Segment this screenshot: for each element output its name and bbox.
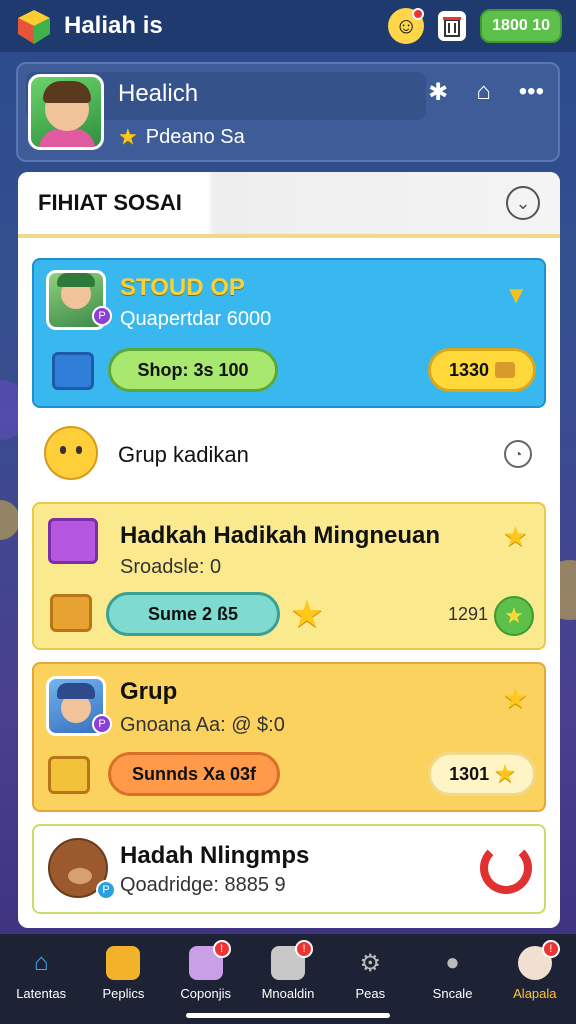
trash-icon[interactable] <box>438 11 467 41</box>
home-indicator[interactable] <box>186 1013 390 1018</box>
value-pill[interactable]: 1330 <box>428 348 536 392</box>
card-title: Grup kadikan <box>118 442 249 467</box>
star-icon: ★ <box>118 124 138 149</box>
panel-title: FIHIAT SOSAI <box>38 190 182 215</box>
nav-label: Alapala <box>513 986 557 1001</box>
nav-item-sncale[interactable]: ● Sncale <box>417 946 489 1001</box>
nav-label: Peas <box>355 986 386 1001</box>
value-pill[interactable]: 1301 ★ <box>428 752 536 796</box>
nav-label: Sncale <box>432 986 473 1001</box>
bottom-nav: ⌂ Latentas Peplics ! Coponjis ! Mnoaldin… <box>0 934 576 1024</box>
gift-box-icon <box>52 352 94 390</box>
chest-icon <box>48 756 90 794</box>
value-text: 1291 <box>447 604 488 624</box>
star-coin-icon[interactable]: ★ <box>494 596 534 636</box>
nav-item-peplics[interactable]: Peplics <box>87 946 159 1001</box>
list-item[interactable]: P STOUD OP Quapertdar 6000 ▼ Shop: 3s 10… <box>32 258 546 408</box>
card-title: Hadah Nlingmps <box>120 842 310 869</box>
notification-badge: ! <box>212 940 231 958</box>
chevron-icon[interactable]: ▼ <box>504 282 528 310</box>
card-title: STOUD OP <box>120 274 245 301</box>
house-icon[interactable]: ⌂ <box>476 78 491 107</box>
nav-label: Coponjis <box>180 986 231 1001</box>
shop-button[interactable]: Shop: 3s 100 <box>108 348 278 392</box>
star-icon[interactable]: ★ <box>503 682 528 715</box>
puzzle-icon[interactable]: ✱ <box>428 78 448 107</box>
clock-icon[interactable]: ◔ <box>504 440 532 468</box>
card-title: Hadkah Hadikah Mingneuan <box>120 522 441 549</box>
chevron-down-icon[interactable]: ⌄ <box>506 186 540 220</box>
star-icon: ★ <box>290 594 325 636</box>
badge-icon: P <box>96 880 116 900</box>
more-icon[interactable]: ••• <box>519 78 544 107</box>
list-item[interactable]: P Grup Gnoana Aa: @ $:0 ★ Sunnds Xa 03f … <box>32 662 546 812</box>
avatar[interactable] <box>28 74 104 150</box>
person-icon: ● <box>445 949 460 976</box>
notification-badge: ! <box>541 940 560 958</box>
card-subtitle: Quapertdar 6000 <box>120 308 272 330</box>
badge-icon: P <box>92 714 112 734</box>
profile-subtitle: ★ Pdeano Sa <box>118 124 245 150</box>
action-button[interactable]: Sume 2 ß5 <box>106 592 280 636</box>
list-item[interactable]: P Hadah Nlingmps Qoadridge: 8885 9 <box>32 824 546 914</box>
nav-label: Peplics <box>102 986 145 1001</box>
nav-item-mnoaldin[interactable]: ! Mnoaldin <box>252 940 324 1001</box>
value-text: 1301 <box>449 763 490 784</box>
card-subtitle: Sroadsle: 0 <box>120 556 222 578</box>
profile-actions: ✱ ⌂ ••• <box>428 78 544 107</box>
action-button[interactable]: Sunnds Xa 03f <box>108 752 280 796</box>
card-subtitle: Gnoana Aa: @ $:0 <box>120 714 285 736</box>
refresh-icon[interactable] <box>480 842 532 894</box>
notification-badge: ! <box>294 940 313 958</box>
list-item[interactable]: Grup kadikan ◔ <box>32 418 546 490</box>
card-subtitle: Qoadridge: 8885 9 <box>120 874 286 896</box>
cat-icon <box>44 426 98 480</box>
panel-header: FIHIAT SOSAI ⌄ <box>18 172 560 238</box>
emoji-notification-icon[interactable]: ☺ <box>388 8 425 44</box>
profile-name: Healich <box>118 80 199 107</box>
list-item[interactable]: Hadkah Hadikah Mingneuan Sroadsle: 0 ★ S… <box>32 502 546 650</box>
gift-box-icon <box>48 518 98 564</box>
character-icon: ! <box>517 940 560 980</box>
profile-subtitle-text: Pdeano Sa <box>145 125 245 148</box>
top-bar: Haliah is ☺ 1800 10 <box>0 0 576 52</box>
coin-counter[interactable]: 1800 10 <box>480 9 562 43</box>
chest-icon <box>495 362 516 378</box>
app-title: Haliah is <box>64 12 163 39</box>
gift-box-icon: ! <box>188 940 231 980</box>
main-panel: FIHIAT SOSAI ⌄ P STOUD OP Quapertdar 600… <box>18 172 560 928</box>
cube-logo-icon <box>14 6 54 46</box>
background-shape <box>0 500 20 540</box>
star-icon: ★ <box>495 761 515 786</box>
profile-card[interactable]: Healich ★ Pdeano Sa ✱ ⌂ ••• <box>16 62 560 162</box>
nav-label: Mnoaldin <box>261 986 315 1001</box>
nav-item-alapala[interactable]: ! Alapala <box>499 940 571 1001</box>
badge-icon: P <box>92 306 112 326</box>
nav-label: Latentas <box>16 986 67 1001</box>
stack-box-icon: ! <box>270 940 313 980</box>
nav-item-latentas[interactable]: ⌂ Latentas <box>5 946 77 1001</box>
star-icon[interactable]: ★ <box>503 520 528 553</box>
chest-icon <box>50 594 92 632</box>
nav-item-peas[interactable]: ⚙ Peas <box>334 946 406 1002</box>
value-text: 1330 <box>448 359 490 380</box>
nav-item-coponjis[interactable]: ! Coponjis <box>170 940 242 1001</box>
card-title: Grup <box>120 678 178 705</box>
puzzle-box-icon <box>106 946 141 980</box>
home-icon: ⌂ <box>33 949 49 976</box>
gear-icon: ⚙ <box>359 949 382 977</box>
